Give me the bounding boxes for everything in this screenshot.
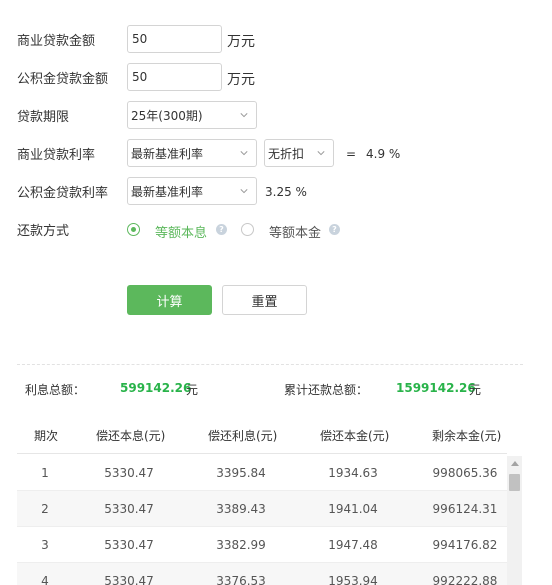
commercial-rate-select[interactable]: 最新基准利率: [127, 139, 257, 167]
interest-total-label: 利息总额：: [25, 383, 86, 397]
cell-interest: 3382.99: [216, 538, 266, 552]
cell-principal: 1934.63: [328, 466, 378, 480]
schedule-table-header: 期次 偿还本息(元) 偿还利息(元) 偿还本金(元) 剩余本金(元): [17, 416, 507, 454]
table-row: 4 5330.47 3376.53 1953.94 992222.88: [17, 563, 507, 585]
cell-remaining: 994176.82: [432, 538, 498, 552]
column-header-period: 期次: [34, 429, 59, 443]
chevron-down-icon: [240, 189, 248, 194]
cell-payment: 5330.47: [104, 466, 154, 480]
method-option-equal-installment[interactable]: 等额本息: [155, 222, 207, 241]
table-row: 2 5330.47 3389.43 1941.04 996124.31: [17, 491, 507, 527]
section-divider: [17, 364, 523, 365]
repayment-total-value: 1599142.26: [396, 381, 476, 395]
chevron-down-icon: [240, 151, 248, 156]
fund-amount-input[interactable]: [127, 63, 222, 91]
cell-period: 1: [41, 466, 49, 480]
commercial-rate-select-value: 最新基准利率: [131, 146, 204, 161]
cell-principal: 1953.94: [328, 574, 378, 585]
method-radio-equal-principal[interactable]: [241, 223, 254, 236]
cell-period: 2: [41, 502, 49, 516]
discount-select[interactable]: 无折扣: [264, 139, 334, 167]
discount-select-value: 无折扣: [268, 146, 305, 161]
term-select[interactable]: 25年(300期): [127, 101, 257, 129]
reset-button[interactable]: 重置: [222, 285, 307, 315]
cell-payment: 5330.47: [104, 538, 154, 552]
commercial-rate-result: 4.9 %: [366, 147, 401, 161]
help-icon[interactable]: ?: [329, 224, 340, 235]
method-radio-equal-installment[interactable]: [127, 223, 140, 236]
equals-sign: =: [346, 147, 357, 161]
fund-rate-result: 3.25 %: [265, 185, 307, 199]
method-option-equal-principal[interactable]: 等额本金: [269, 222, 321, 241]
chevron-down-icon: [317, 151, 325, 156]
commercial-rate-row: 商业贷款利率: [17, 139, 127, 167]
column-header-remaining: 剩余本金(元): [432, 429, 502, 443]
table-scrollbar[interactable]: [507, 456, 522, 585]
fund-amount-label: 公积金贷款金额: [17, 71, 109, 87]
scrollbar-thumb[interactable]: [509, 474, 520, 491]
method-label: 还款方式: [17, 223, 70, 239]
cell-interest: 3376.53: [216, 574, 266, 585]
scroll-up-arrow-icon[interactable]: [511, 461, 519, 466]
term-label: 贷款期限: [17, 109, 70, 125]
cell-principal: 1947.48: [328, 538, 378, 552]
cell-payment: 5330.47: [104, 502, 154, 516]
cell-principal: 1941.04: [328, 502, 378, 516]
fund-rate-label: 公积金贷款利率: [17, 185, 109, 201]
cell-interest: 3395.84: [216, 466, 266, 480]
fund-amount-row: 公积金贷款金额: [17, 63, 127, 91]
commercial-amount-label: 商业贷款金额: [17, 33, 96, 49]
fund-rate-row: 公积金贷款利率: [17, 177, 127, 205]
term-select-value: 25年(300期): [131, 108, 203, 123]
interest-total-value: 599142.26: [120, 381, 192, 395]
cell-remaining: 998065.36: [432, 466, 498, 480]
interest-total-unit: 元: [186, 383, 199, 397]
column-header-principal: 偿还本金(元): [320, 429, 390, 443]
commercial-rate-label: 商业贷款利率: [17, 147, 96, 163]
repayment-total-label: 累计还款总额：: [284, 383, 369, 397]
repayment-total-unit: 元: [469, 383, 482, 397]
table-row: 1 5330.47 3395.84 1934.63 998065.36: [17, 455, 507, 491]
fund-amount-unit: 万元: [227, 72, 255, 88]
cell-interest: 3389.43: [216, 502, 266, 516]
commercial-amount-row: 商业贷款金额: [17, 25, 127, 53]
calculate-button[interactable]: 计算: [127, 285, 212, 315]
table-row: 3 5330.47 3382.99 1947.48 994176.82: [17, 527, 507, 563]
cell-remaining: 996124.31: [432, 502, 498, 516]
cell-remaining: 992222.88: [432, 574, 498, 585]
cell-period: 3: [41, 538, 49, 552]
term-row: 贷款期限: [17, 101, 127, 129]
chevron-down-icon: [240, 113, 248, 118]
column-header-payment: 偿还本息(元): [96, 429, 166, 443]
commercial-amount-input[interactable]: [127, 25, 222, 53]
help-icon[interactable]: ?: [216, 224, 227, 235]
fund-rate-select-value: 最新基准利率: [131, 184, 204, 199]
cell-period: 4: [41, 574, 49, 585]
column-header-interest: 偿还利息(元): [208, 429, 278, 443]
commercial-amount-unit: 万元: [227, 34, 255, 50]
fund-rate-select[interactable]: 最新基准利率: [127, 177, 257, 205]
method-row: 还款方式: [17, 215, 127, 243]
cell-payment: 5330.47: [104, 574, 154, 585]
